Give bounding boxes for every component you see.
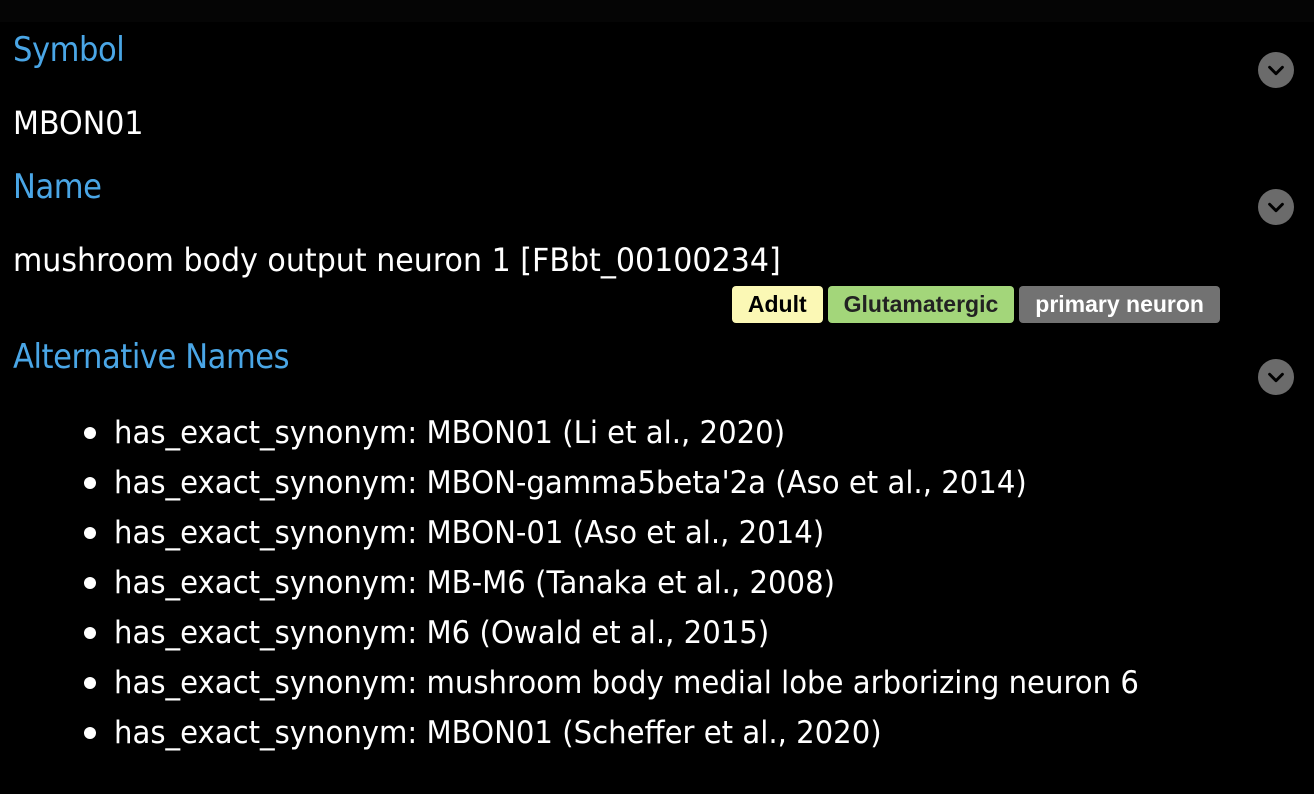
alternative-names-toggle-button[interactable] [1258,359,1294,395]
chevron-down-icon [1268,65,1284,76]
list-item: has_exact_synonym: MBON-01 (Aso et al., … [84,508,1204,558]
name-tags: Adult Glutamatergic primary neuron [731,286,1220,323]
name-title: Name [13,167,102,207]
symbol-value: MBON01 [13,104,144,142]
tag-adult: Adult [731,286,823,323]
synonym-text: has_exact_synonym: M6 (Owald et al., 201… [114,615,770,651]
top-strip [0,0,1314,22]
bullet-icon [84,427,96,439]
bullet-icon [84,677,96,689]
alternative-names-title: Alternative Names [13,337,290,377]
chevron-down-icon [1268,202,1284,213]
synonym-text: has_exact_synonym: MB-M6 (Tanaka et al.,… [114,565,836,601]
list-item: has_exact_synonym: M6 (Owald et al., 201… [84,608,1204,658]
list-item: has_exact_synonym: MBON01 (Scheffer et a… [84,708,1204,758]
list-item: has_exact_synonym: MBON01 (Li et al., 20… [84,408,1204,458]
list-item: has_exact_synonym: mushroom body medial … [84,658,1204,708]
chevron-down-icon [1268,372,1284,383]
synonym-text: has_exact_synonym: MBON01 (Li et al., 20… [114,415,786,451]
name-value: mushroom body output neuron 1 [FBbt_0010… [13,241,781,279]
synonym-list: has_exact_synonym: MBON01 (Li et al., 20… [84,408,1204,758]
bullet-icon [84,727,96,739]
name-toggle-button[interactable] [1258,189,1294,225]
synonym-text: has_exact_synonym: MBON01 (Scheffer et a… [114,715,882,751]
bullet-icon [84,577,96,589]
synonym-text: has_exact_synonym: MBON-01 (Aso et al., … [114,515,825,551]
synonym-text: has_exact_synonym: MBON-gamma5beta'2a (A… [114,465,1027,501]
symbol-toggle-button[interactable] [1258,52,1294,88]
list-item: has_exact_synonym: MB-M6 (Tanaka et al.,… [84,558,1204,608]
symbol-title: Symbol [13,30,125,70]
synonym-text: has_exact_synonym: mushroom body medial … [114,665,1139,701]
tag-primary-neuron: primary neuron [1019,286,1220,323]
bullet-icon [84,627,96,639]
bullet-icon [84,477,96,489]
bullet-icon [84,527,96,539]
tag-glutamatergic: Glutamatergic [827,286,1015,323]
list-item: has_exact_synonym: MBON-gamma5beta'2a (A… [84,458,1204,508]
